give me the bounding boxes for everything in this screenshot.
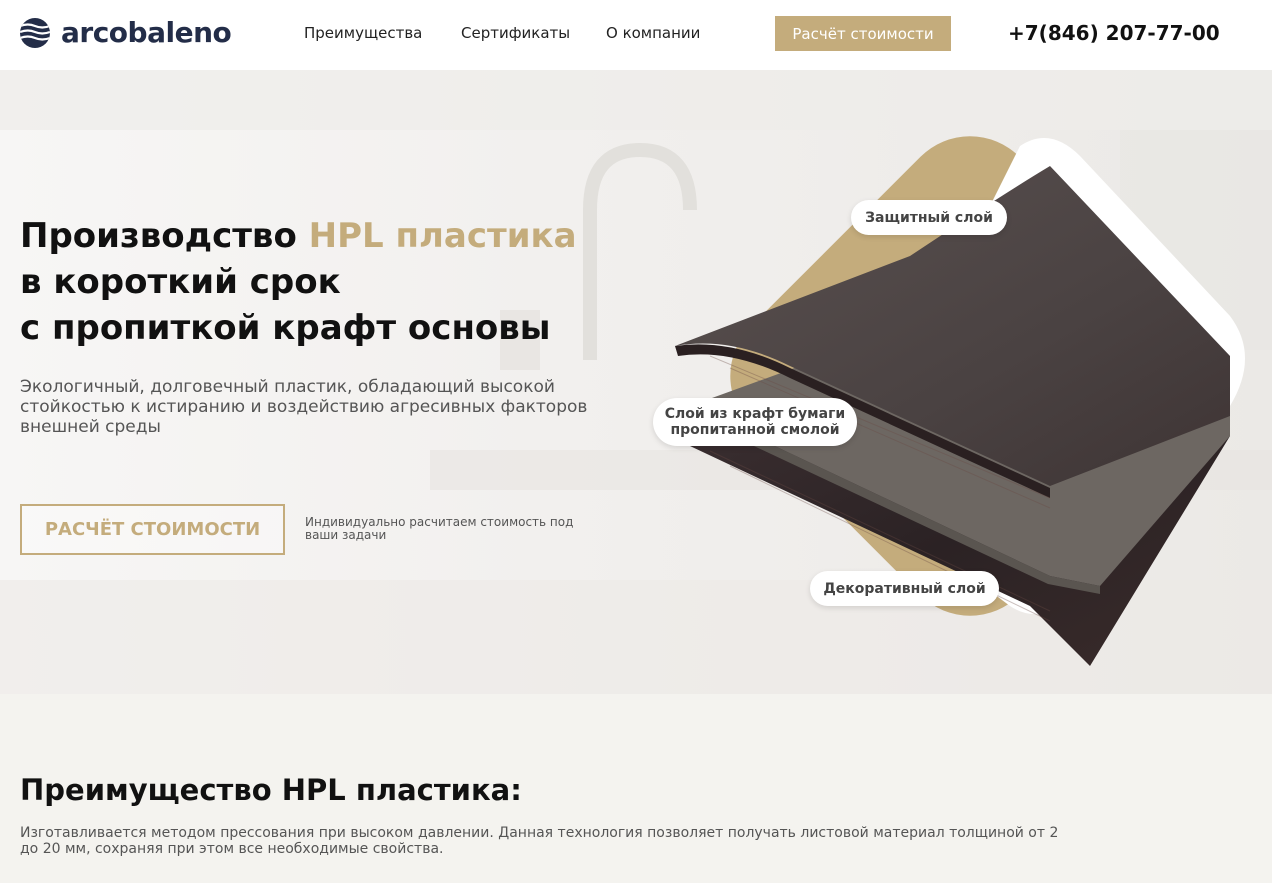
hero-subtitle: Экологичный, долговечный пластик, облада… [20, 377, 588, 437]
hero-title-part1: Производство [20, 216, 309, 256]
nav-about[interactable]: О компании [606, 24, 700, 42]
hero-title-accent: HPL пластика [308, 216, 577, 256]
advantages-title: Преимущество HPL пластика: [20, 773, 522, 807]
logo[interactable]: arcobaleno [20, 16, 232, 49]
hero-section: Производство HPL пластика в короткий сро… [0, 70, 1272, 694]
hero-title: Производство HPL пластика в короткий сро… [20, 213, 580, 351]
label-decorative-layer: Декоративный слой [810, 571, 999, 606]
hero-title-part2: в короткий срок [20, 262, 341, 302]
hero-cost-button[interactable]: РАСЧЁТ СТОИМОСТИ [20, 504, 285, 555]
hero-button-note: Индивидуально расчитаем стоимость под ва… [305, 515, 574, 542]
nav-advantages[interactable]: Преимущества [304, 24, 422, 42]
label-kraft-layer: Слой из крафт бумаги пропитанной смолой [653, 398, 857, 446]
advantages-text: Изготавливается методом прессования при … [20, 825, 1059, 857]
phone-link[interactable]: +7(846) 207-77-00 [1008, 21, 1220, 45]
header-cost-button[interactable]: Расчёт стоимости [775, 16, 951, 51]
advantages-section: Преимущество HPL пластика: Изготавливает… [0, 694, 1272, 883]
hero-title-line3: с пропиткой крафт основы [20, 308, 551, 348]
logo-icon [20, 17, 50, 48]
nav-certificates[interactable]: Сертификаты [461, 24, 570, 42]
site-header: arcobaleno Преимущества Сертификаты О ко… [0, 0, 1272, 70]
label-protective-layer: Защитный слой [851, 200, 1007, 235]
logo-text: arcobaleno [61, 16, 232, 49]
